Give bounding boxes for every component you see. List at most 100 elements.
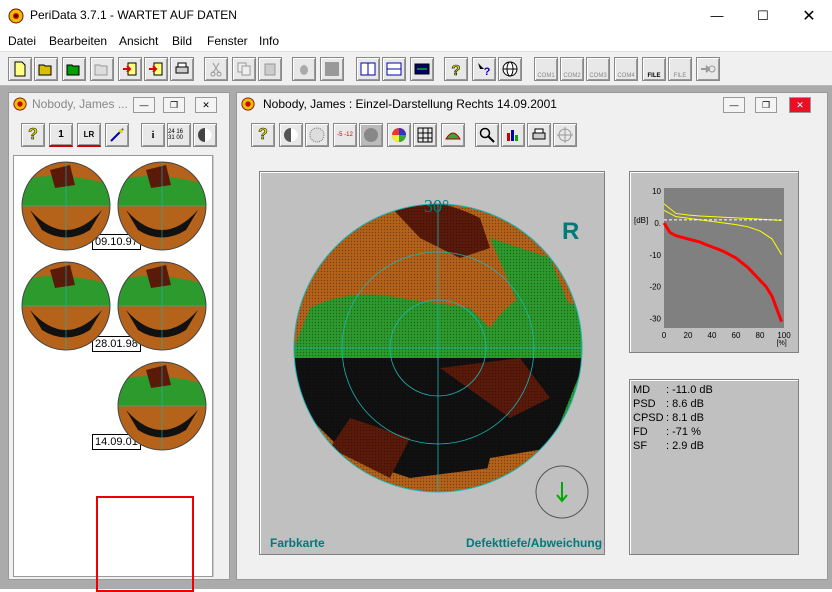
y-tick-label: -20: [649, 283, 661, 292]
info-button[interactable]: i: [141, 123, 165, 147]
com1-label: COM1: [537, 73, 555, 79]
history-title: Nobody, James ...: [32, 97, 128, 111]
dot-map-button[interactable]: [305, 123, 329, 147]
eye-side-label: R: [562, 218, 580, 245]
export-arrow-icon: [149, 62, 163, 76]
file-button[interactable]: FILE: [642, 57, 666, 81]
mdi-workspace: Nobody, James ... — ❐ ✕ ? 1 LR i 24 16 3…: [0, 86, 832, 592]
menu-ansicht[interactable]: Ansicht: [119, 34, 158, 48]
history-close-button[interactable]: ✕: [195, 97, 217, 113]
menu-bild[interactable]: Bild: [172, 34, 192, 48]
db-chart-button[interactable]: [501, 123, 525, 147]
grid-button[interactable]: [413, 123, 437, 147]
single-view-button[interactable]: 1: [49, 123, 73, 147]
import-button[interactable]: [118, 57, 142, 81]
history-restore-button[interactable]: ❐: [163, 97, 185, 113]
single-help-button[interactable]: ?: [251, 123, 275, 147]
new-file-button[interactable]: [8, 57, 32, 81]
gray-map-icon: [284, 128, 298, 142]
maximize-button[interactable]: ☐: [740, 0, 786, 31]
crosshair-icon: [557, 127, 573, 143]
lr-view-button[interactable]: LR: [77, 123, 101, 147]
gray-disc-icon: [364, 128, 378, 142]
com3-button[interactable]: COM3: [586, 57, 610, 81]
layout-vertical-button[interactable]: [356, 57, 380, 81]
thumbnail-list: 09.10.97 28.01.98 14.09.01: [13, 155, 213, 592]
visual-field-map: [293, 203, 583, 493]
paste-button[interactable]: [258, 57, 282, 81]
com2-button[interactable]: COM2: [560, 57, 584, 81]
color-map-panel: 30° R Farbkarte Defekttiefe/Abweichung: [259, 171, 605, 555]
stat-cpsd-value: : 8.1 dB: [666, 412, 704, 424]
globe-button[interactable]: [498, 57, 522, 81]
single-minimize-button[interactable]: —: [723, 97, 745, 113]
bug-icon: [300, 65, 308, 75]
connect-button[interactable]: [696, 57, 720, 81]
scissors-icon: [210, 62, 222, 77]
visual-field-thumbnail[interactable]: [116, 360, 208, 452]
app-eye-icon: [8, 8, 24, 24]
color-wheel-icon: [392, 128, 406, 142]
menu-bearbeiten[interactable]: Bearbeiten: [49, 34, 107, 48]
open-gray-button[interactable]: [90, 57, 114, 81]
menu-info[interactable]: Info: [259, 34, 279, 48]
open-green-button[interactable]: [62, 57, 86, 81]
x-tick-label: 20: [684, 331, 693, 340]
context-help-button[interactable]: ?: [472, 57, 496, 81]
visual-field-thumbnail[interactable]: [20, 160, 112, 252]
gray-map-button[interactable]: [279, 123, 303, 147]
single-print-button[interactable]: [527, 123, 551, 147]
close-button[interactable]: ✕: [786, 0, 832, 31]
com1-button[interactable]: COM1: [534, 57, 558, 81]
com4-button[interactable]: COM4: [614, 57, 638, 81]
color-map-button[interactable]: [387, 123, 411, 147]
single-restore-button[interactable]: ❐: [755, 97, 777, 113]
y-tick-label: -30: [649, 314, 661, 323]
crosshair-button[interactable]: [553, 123, 577, 147]
cut-button[interactable]: [204, 57, 228, 81]
defect-depth-label: Defekttiefe/Abweichung: [466, 536, 603, 550]
history-scrollbar[interactable]: [213, 155, 227, 577]
file-disabled-button[interactable]: FILE: [668, 57, 692, 81]
window-eye-icon: [13, 97, 27, 111]
visual-field-thumbnail[interactable]: [116, 260, 208, 352]
x-tick-label: 0: [662, 331, 667, 340]
color-map-label: Farbkarte: [270, 536, 325, 550]
export-button[interactable]: [144, 57, 168, 81]
svg-text:?: ?: [451, 62, 460, 77]
stop-button[interactable]: [320, 57, 344, 81]
question-icon: ?: [451, 62, 461, 77]
numeric-values-button[interactable]: -5 -12: [333, 123, 357, 147]
print-button[interactable]: [170, 57, 194, 81]
globe-icon: [502, 61, 518, 77]
layout-horizontal-button[interactable]: [382, 57, 406, 81]
single-close-button[interactable]: ✕: [789, 97, 811, 113]
minimize-button[interactable]: —: [694, 0, 740, 31]
statistics-panel: MD : -11.0 dB PSD : 8.6 dB CPSD : 8.1 dB…: [629, 379, 799, 555]
menu-datei[interactable]: Datei: [8, 34, 36, 48]
gray-disc-button[interactable]: [359, 123, 383, 147]
trend-button[interactable]: [105, 123, 129, 147]
hill-of-vision-button[interactable]: [441, 123, 465, 147]
com3-label: COM3: [589, 73, 607, 79]
visual-field-thumbnail[interactable]: [116, 160, 208, 252]
menu-fenster[interactable]: Fenster: [207, 34, 248, 48]
dot-map-icon: [309, 127, 325, 143]
help-button[interactable]: ?: [444, 57, 468, 81]
y-axis-label: [dB]: [634, 216, 648, 225]
zoom-button[interactable]: [475, 123, 499, 147]
open-file-button[interactable]: [34, 57, 58, 81]
file-disabled-label: FILE: [673, 73, 687, 79]
bug-button[interactable]: [292, 57, 316, 81]
new-file-icon: [14, 61, 26, 77]
numeric-button[interactable]: 24 16 31 00: [167, 123, 191, 147]
copy-button[interactable]: [232, 57, 256, 81]
com2-label: COM2: [563, 73, 581, 79]
history-help-button[interactable]: ?: [21, 123, 45, 147]
grayscale-button[interactable]: [193, 123, 217, 147]
monitor-button[interactable]: [410, 57, 434, 81]
history-minimize-button[interactable]: —: [133, 97, 155, 113]
magnifier-icon: [479, 127, 495, 143]
single-view-title: Nobody, James : Einzel-Darstellung Recht…: [263, 97, 557, 111]
visual-field-thumbnail[interactable]: [20, 260, 112, 352]
